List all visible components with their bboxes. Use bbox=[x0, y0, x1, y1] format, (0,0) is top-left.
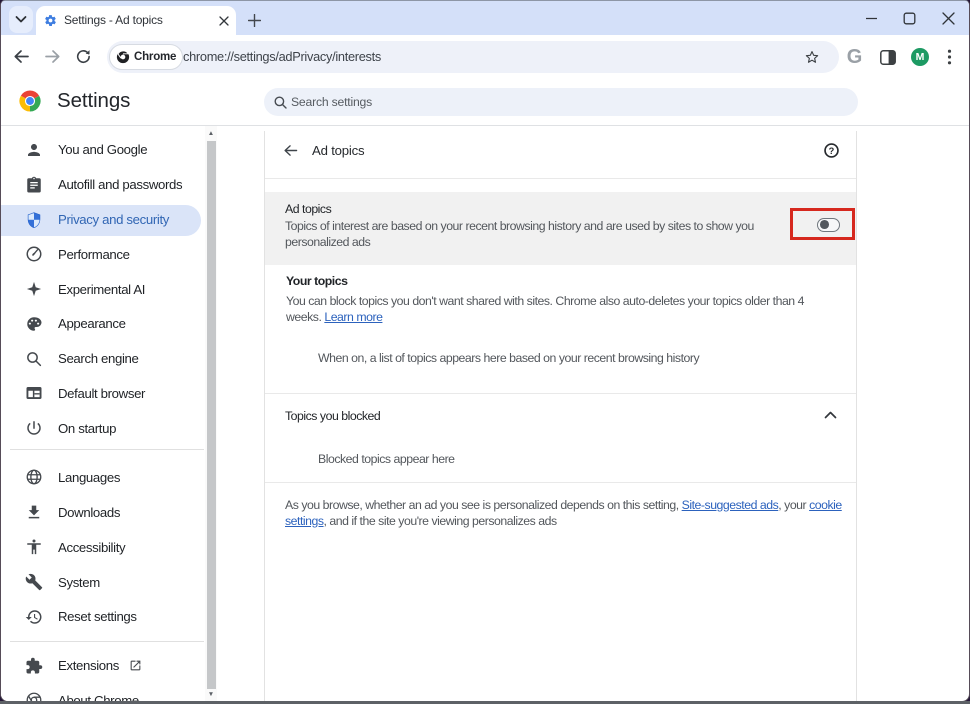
svg-text:?: ? bbox=[829, 146, 835, 156]
